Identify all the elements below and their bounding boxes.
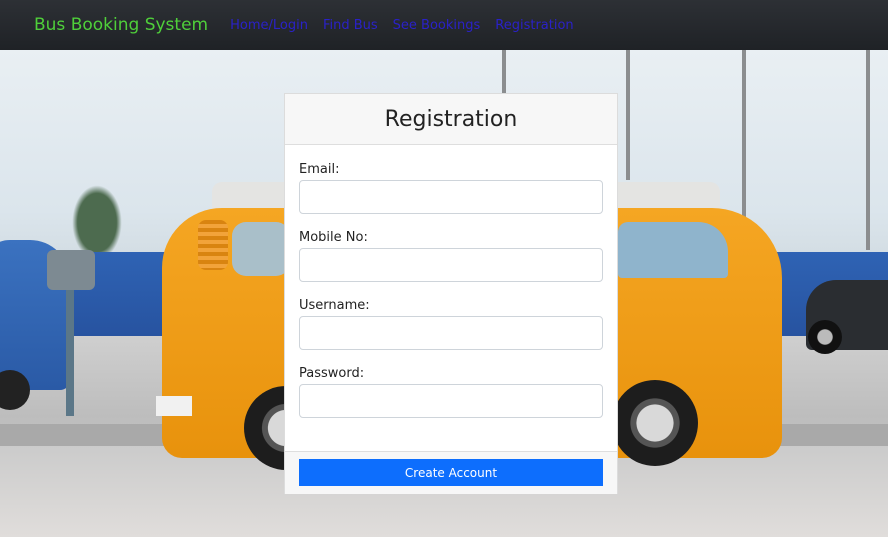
username-field[interactable] bbox=[299, 316, 603, 350]
dark-car-wheel bbox=[808, 320, 842, 354]
create-account-button[interactable]: Create Account bbox=[299, 459, 603, 486]
palm-trunk bbox=[502, 50, 506, 94]
palm-trunk bbox=[742, 50, 746, 230]
password-field[interactable] bbox=[299, 384, 603, 418]
navbar: Bus Booking System Home/Login Find Bus S… bbox=[0, 0, 888, 50]
palm-trunk bbox=[626, 50, 630, 180]
nav-link-home-login[interactable]: Home/Login bbox=[230, 18, 308, 33]
van-vent bbox=[198, 220, 228, 270]
parking-meter bbox=[47, 250, 95, 290]
nav-link-find-bus[interactable]: Find Bus bbox=[323, 18, 378, 33]
van-bumper bbox=[156, 396, 192, 416]
registration-card: Registration Email: Mobile No: Username:… bbox=[284, 93, 618, 494]
card-header: Registration bbox=[285, 94, 617, 145]
van-wheel bbox=[612, 380, 698, 466]
email-field[interactable] bbox=[299, 180, 603, 214]
nav-link-see-bookings[interactable]: See Bookings bbox=[393, 18, 481, 33]
van-window-front bbox=[618, 222, 728, 278]
nav-link-registration[interactable]: Registration bbox=[495, 18, 573, 33]
mobile-group: Mobile No: bbox=[299, 230, 603, 282]
parking-meter-pole bbox=[66, 290, 74, 416]
password-group: Password: bbox=[299, 366, 603, 418]
mobile-label: Mobile No: bbox=[299, 230, 368, 245]
username-group: Username: bbox=[299, 298, 603, 350]
brand-title[interactable]: Bus Booking System bbox=[34, 15, 208, 35]
email-label: Email: bbox=[299, 162, 340, 177]
email-group: Email: bbox=[299, 162, 603, 214]
page-title: Registration bbox=[384, 106, 518, 132]
registration-form: Email: Mobile No: Username: Password: bbox=[285, 145, 617, 418]
username-label: Username: bbox=[299, 298, 370, 313]
palm-trunk bbox=[866, 50, 870, 250]
van-window bbox=[232, 222, 290, 276]
card-footer: Create Account bbox=[285, 451, 617, 494]
mobile-field[interactable] bbox=[299, 248, 603, 282]
tree bbox=[72, 185, 122, 260]
password-label: Password: bbox=[299, 366, 365, 381]
